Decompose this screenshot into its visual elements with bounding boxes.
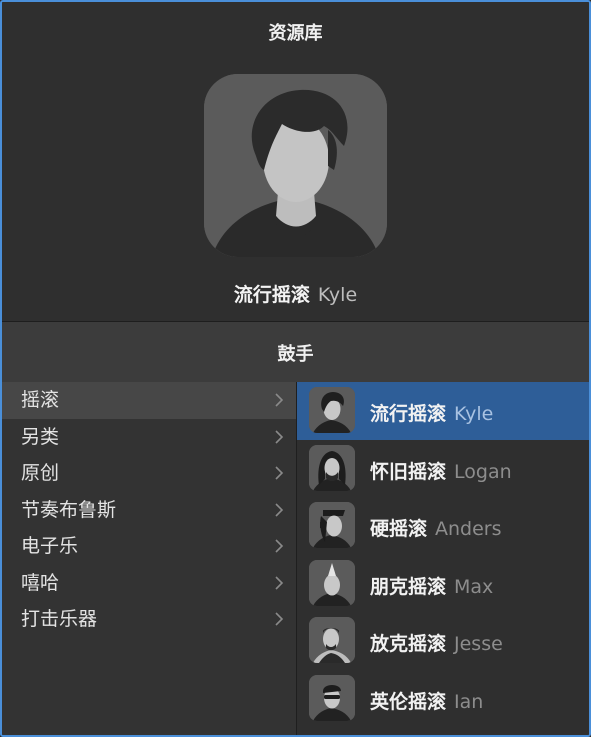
drummer-style: 怀旧摇滚 <box>370 460 447 483</box>
category-item-rnb[interactable]: 节奏布鲁斯 <box>2 492 296 529</box>
drummer-style: 硬摇滚 <box>370 518 428 540</box>
drummer-label: 流行摇滚 Kyle <box>370 399 493 426</box>
chevron-right-icon <box>275 575 284 590</box>
category-label: 另类 <box>21 425 60 448</box>
selected-drummer-name: Kyle <box>317 284 358 306</box>
drummer-name: Logan <box>454 460 512 483</box>
section-title: 鼓手 <box>277 344 314 365</box>
chevron-right-icon <box>275 466 284 480</box>
drummer-avatar-icon <box>309 444 355 491</box>
drummer-style: 朋克摇滚 <box>370 575 447 598</box>
drummer-name: Kyle <box>454 403 494 425</box>
drummer-avatar-icon <box>309 617 355 663</box>
category-item-songwriter[interactable]: 原创 <box>2 455 296 492</box>
drummer-avatar-icon <box>309 559 355 606</box>
drummer-item-max[interactable]: 朋克摇滚 Max <box>297 555 589 613</box>
chevron-right-icon <box>275 502 284 517</box>
category-item-alternative[interactable]: 另类 <box>2 419 296 456</box>
drummer-name: Jesse <box>454 633 503 655</box>
category-label: 打击乐器 <box>21 608 98 630</box>
category-item-hiphop[interactable]: 嘻哈 <box>2 565 296 602</box>
chevron-right-icon <box>275 429 284 444</box>
drummer-avatar-icon <box>309 502 355 548</box>
library-window: 资源库 流行摇滚 Kyle 鼓手 摇滚 另类 原创 节奏布鲁斯 电子乐 嘻哈 打… <box>0 0 591 737</box>
genre-category-list: 摇滚 另类 原创 节奏布鲁斯 电子乐 嘻哈 打击乐器 <box>2 382 297 735</box>
category-item-percussion[interactable]: 打击乐器 <box>2 601 296 638</box>
drummer-item-jesse[interactable]: 放克摇滚 Jesse <box>297 612 589 670</box>
drummer-item-anders[interactable]: 硬摇滚 Anders <box>297 497 589 555</box>
drummer-style: 英伦摇滚 <box>370 690 447 713</box>
drummer-label: 英伦摇滚 Ian <box>370 687 483 714</box>
drummer-name: Ian <box>454 690 484 713</box>
drummer-item-ian[interactable]: 英伦摇滚 Ian <box>297 670 589 728</box>
drummer-style: 放克摇滚 <box>370 633 447 655</box>
selected-drummer-avatar-icon <box>204 74 387 257</box>
selected-drummer-caption: 流行摇滚 Kyle <box>2 280 589 307</box>
drummer-name: Max <box>454 575 494 598</box>
category-label: 摇滚 <box>21 389 60 411</box>
category-label: 节奏布鲁斯 <box>21 498 117 521</box>
category-label: 原创 <box>21 462 60 484</box>
library-preview: 资源库 流行摇滚 Kyle <box>2 2 589 321</box>
drummer-list: 流行摇滚 Kyle 怀旧摇滚 Logan 硬摇滚 Anders 朋克摇滚 Max… <box>297 382 589 735</box>
category-item-electronic[interactable]: 电子乐 <box>2 528 296 565</box>
drummer-item-logan[interactable]: 怀旧摇滚 Logan <box>297 440 589 498</box>
drummer-avatar-icon <box>309 387 355 433</box>
library-title: 资源库 <box>268 23 323 44</box>
drummer-label: 放克摇滚 Jesse <box>370 629 503 656</box>
selected-drummer-style: 流行摇滚 <box>233 284 310 306</box>
drummer-avatar-icon <box>309 674 355 721</box>
drummer-label: 硬摇滚 Anders <box>370 514 502 541</box>
drummer-style: 流行摇滚 <box>370 403 447 425</box>
category-label: 电子乐 <box>21 535 79 557</box>
drummer-item-kyle[interactable]: 流行摇滚 Kyle <box>297 382 589 440</box>
drummer-section-header: 鼓手 <box>2 321 589 382</box>
category-item-rock[interactable]: 摇滚 <box>2 382 296 419</box>
drummer-name: Anders <box>435 518 502 540</box>
chevron-right-icon <box>275 393 284 407</box>
category-label: 嘻哈 <box>21 571 60 594</box>
chevron-right-icon <box>275 539 284 553</box>
chevron-right-icon <box>275 612 284 626</box>
drummer-label: 怀旧摇滚 Logan <box>370 457 512 484</box>
drummer-label: 朋克摇滚 Max <box>370 572 493 599</box>
